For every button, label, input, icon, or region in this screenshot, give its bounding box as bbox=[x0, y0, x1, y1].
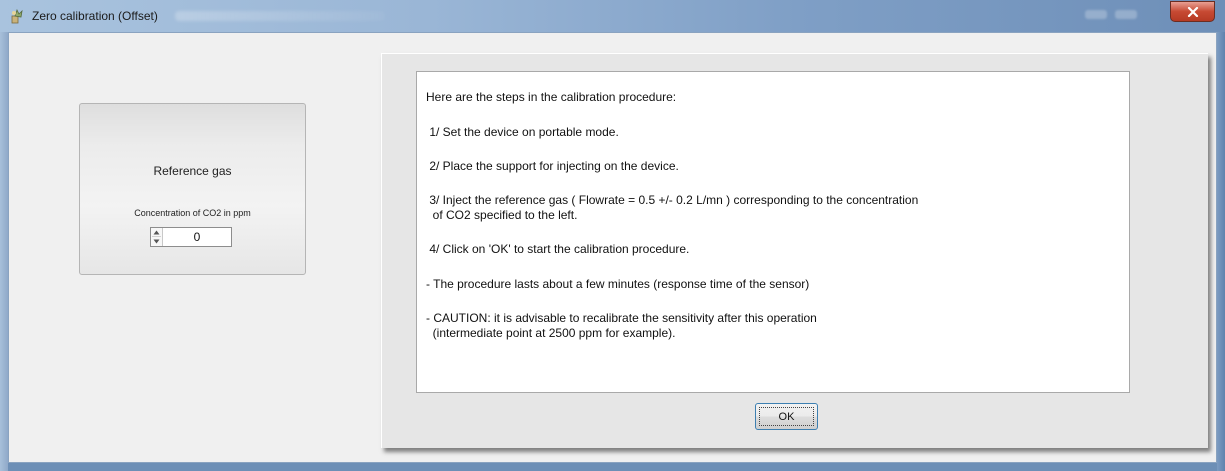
procedure-line-caution: - CAUTION: it is advisable to recalibrat… bbox=[426, 311, 817, 325]
ok-button-label: OK bbox=[778, 410, 795, 423]
reference-gas-panel: Reference gas Concentration of CO2 in pp… bbox=[79, 103, 306, 275]
triangle-up-icon bbox=[153, 230, 160, 234]
title-bar[interactable]: Zero calibration (Offset) bbox=[0, 0, 1225, 32]
spin-buttons bbox=[151, 228, 163, 246]
close-icon bbox=[1187, 6, 1198, 17]
procedure-line-step4: 4/ Click on 'OK' to start the calibratio… bbox=[426, 242, 690, 256]
client-area: Reference gas Concentration of CO2 in pp… bbox=[8, 32, 1217, 463]
ok-button[interactable]: OK bbox=[755, 403, 818, 430]
procedure-line-step1: 1/ Set the device on portable mode. bbox=[426, 125, 619, 139]
procedure-line-duration: - The procedure lasts about a few minute… bbox=[426, 277, 810, 291]
procedure-text-box[interactable]: Here are the steps in the calibration pr… bbox=[416, 71, 1130, 393]
maximize-ghost bbox=[1115, 10, 1137, 19]
window-right-border bbox=[1217, 32, 1225, 471]
procedure-panel: Here are the steps in the calibration pr… bbox=[381, 53, 1208, 448]
window-title: Zero calibration (Offset) bbox=[32, 9, 158, 23]
reference-gas-title: Reference gas bbox=[153, 164, 232, 178]
procedure-line-step3-cont: of CO2 specified to the left. bbox=[426, 208, 578, 222]
minimize-ghost bbox=[1085, 10, 1107, 19]
procedure-line-caution-cont: (intermediate point at 2500 ppm for exam… bbox=[426, 326, 676, 340]
title-blur-decoration bbox=[175, 11, 385, 21]
app-icon bbox=[11, 8, 23, 24]
close-button[interactable] bbox=[1170, 1, 1215, 22]
spin-up-button[interactable] bbox=[152, 228, 161, 237]
window-left-border bbox=[0, 32, 8, 471]
procedure-line-step3: 3/ Inject the reference gas ( Flowrate =… bbox=[426, 193, 919, 207]
triangle-down-icon bbox=[153, 239, 160, 243]
concentration-stepper[interactable]: 0 bbox=[150, 227, 232, 247]
spin-down-button[interactable] bbox=[152, 237, 161, 245]
procedure-line-intro: Here are the steps in the calibration pr… bbox=[426, 90, 677, 104]
procedure-line-step2: 2/ Place the support for injecting on th… bbox=[426, 159, 679, 173]
calibration-window: Zero calibration (Offset) Reference gas … bbox=[0, 0, 1225, 471]
concentration-label: Concentration of CO2 in ppm bbox=[134, 208, 251, 218]
concentration-value[interactable]: 0 bbox=[163, 230, 231, 244]
